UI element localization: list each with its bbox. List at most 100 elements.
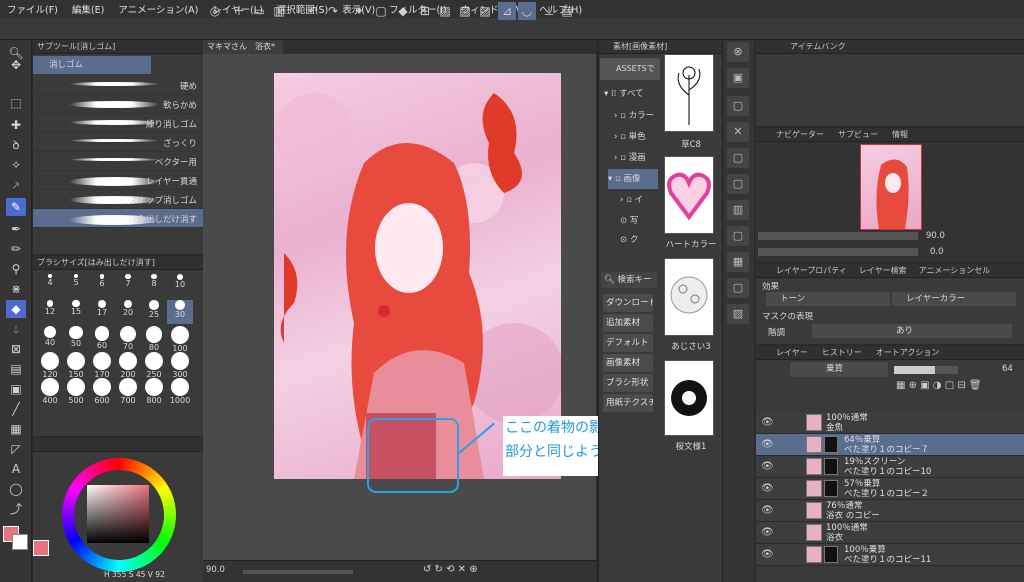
brush-size-cell[interactable]: 25: [141, 300, 167, 324]
layer-row[interactable]: 👁︎ 57％乗算 べた塗り１のコピー２: [756, 478, 1024, 500]
current-color-swatch[interactable]: [33, 540, 49, 556]
new-file-icon[interactable]: ＋: [230, 2, 248, 20]
brush-size-cell[interactable]: 300: [167, 352, 193, 379]
brush-size-cell[interactable]: 500: [63, 378, 89, 405]
brush-size-cell[interactable]: 4: [37, 274, 63, 298]
tone-button[interactable]: トーン: [766, 292, 890, 306]
clear-icon[interactable]: ✦: [350, 2, 368, 20]
tab-auto-action[interactable]: オートアクション: [876, 346, 940, 359]
navigator-preview[interactable]: [860, 144, 922, 230]
visibility-eye-icon[interactable]: 👁︎: [761, 483, 774, 494]
snap-ruler-icon[interactable]: ⊿: [498, 2, 516, 20]
sub-color-swatch[interactable]: [12, 534, 28, 550]
layer-row[interactable]: 👁︎ 100％通常 浴衣: [756, 522, 1024, 544]
tree-item-sub3[interactable]: ⊙ ク: [620, 230, 638, 250]
transform-icon[interactable]: ⊞: [416, 2, 434, 20]
subtool-item[interactable]: 硬め: [33, 76, 203, 95]
layer-row[interactable]: 👁︎ 76％通常 浴衣 のコピー: [756, 500, 1024, 522]
dock-panel-icon[interactable]: ▨: [727, 304, 749, 324]
visibility-eye-icon[interactable]: 👁︎: [761, 527, 774, 538]
rotate-icon[interactable]: ↺ ↻ ⟲ ✕ ⊕: [423, 564, 478, 575]
fill-icon[interactable]: ◆: [394, 2, 412, 20]
tree-item-manga[interactable]: › ▫ 漫画: [614, 148, 646, 168]
brush-size-cell[interactable]: 400: [37, 378, 63, 405]
brush-size-cell[interactable]: 8: [141, 274, 167, 298]
opacity-slider[interactable]: [894, 366, 958, 374]
eyedropper-icon[interactable]: ⸕: [6, 176, 26, 194]
tree-item-sub2[interactable]: ⊙ 写: [620, 211, 638, 231]
opacity-value[interactable]: 64: [1002, 364, 1013, 374]
blend-mode-select[interactable]: 乗算: [790, 362, 888, 377]
line-tool-icon[interactable]: ╱: [6, 400, 26, 418]
brush-size-cell[interactable]: 12: [37, 300, 63, 324]
material-button[interactable]: 追加素材: [603, 314, 653, 332]
saturation-value-square[interactable]: [87, 485, 149, 543]
visibility-eye-icon[interactable]: 👁︎: [761, 417, 774, 428]
brush-size-cell[interactable]: 700: [115, 378, 141, 405]
redo-icon[interactable]: ↷: [324, 2, 342, 20]
subtool-item-selected[interactable]: はみ出しだけ消す: [33, 209, 203, 228]
brush-size-cell[interactable]: 80: [141, 326, 167, 352]
brush-size-cell[interactable]: 5: [63, 274, 89, 298]
material-button[interactable]: デフォルト: [603, 334, 653, 352]
dock-panel-icon[interactable]: ▢: [727, 226, 749, 246]
tree-item-all[interactable]: ▾ ⁞⁞ すべて: [604, 84, 644, 104]
navigator-angle-value[interactable]: 0.0: [930, 247, 944, 257]
brush-size-cell[interactable]: 20: [115, 300, 141, 324]
menu-file[interactable]: ファイル(F): [0, 2, 65, 16]
fill-tool-icon[interactable]: ⊠: [6, 340, 26, 358]
navigator-angle-slider[interactable]: [758, 248, 918, 256]
subtool-item[interactable]: スナップ消しゴム: [33, 190, 203, 209]
brush-tool-icon[interactable]: ⚲: [6, 260, 26, 278]
airbrush-icon[interactable]: ⋇: [6, 280, 26, 298]
material-thumb-grass[interactable]: [664, 54, 714, 132]
brush-size-cell[interactable]: 7: [115, 274, 141, 298]
brush-size-cell[interactable]: 170: [89, 352, 115, 379]
tree-item-mono[interactable]: › ▫ 単色: [614, 127, 646, 147]
material-button[interactable]: ブラシ形状: [603, 374, 653, 392]
subtool-item[interactable]: レイヤー貫通: [33, 171, 203, 190]
eraser-active-icon[interactable]: ◆: [6, 300, 26, 318]
tree-item-color[interactable]: › ▫ カラー: [614, 106, 654, 126]
assets-button[interactable]: ASSETSで: [600, 58, 660, 80]
brush-size-cell[interactable]: 600: [89, 378, 115, 405]
close-circle-icon[interactable]: ⊗: [727, 42, 749, 62]
brush-size-cell[interactable]: 30: [167, 300, 193, 324]
brush-size-cell[interactable]: 15: [63, 300, 89, 324]
tab-layer-search[interactable]: レイヤー検索: [859, 264, 907, 277]
visibility-eye-icon[interactable]: 👁︎: [761, 549, 774, 560]
move-tool-icon[interactable]: ✥: [6, 56, 26, 74]
more-icon[interactable]: ▤: [558, 2, 576, 20]
dock-close-icon[interactable]: ✕: [727, 122, 749, 142]
tab-layer[interactable]: レイヤー: [776, 346, 808, 359]
dock-panel-icon[interactable]: ▥: [727, 200, 749, 220]
layer-row[interactable]: 👁︎ 64％乗算 べた塗り１のコピー７: [756, 434, 1024, 456]
frame-tool-icon[interactable]: ▦: [6, 420, 26, 438]
brush-size-cell[interactable]: 800: [141, 378, 167, 405]
brush-size-cell[interactable]: 150: [63, 352, 89, 379]
dock-panel-icon[interactable]: ▢: [727, 278, 749, 298]
brush-size-cell[interactable]: 120: [37, 352, 63, 379]
figure-tool-icon[interactable]: ▣: [6, 380, 26, 398]
brush-size-cell[interactable]: 250: [141, 352, 167, 379]
visibility-eye-icon[interactable]: 👁︎: [761, 439, 774, 450]
material-button[interactable]: 用紙テクスチャ: [603, 394, 653, 412]
subtool-group[interactable]: 消しゴム: [33, 56, 151, 74]
brush-size-cell[interactable]: 60: [89, 326, 115, 350]
snap-special-ruler-icon[interactable]: ◡: [518, 2, 536, 20]
brush-size-cell[interactable]: 70: [115, 326, 141, 351]
navigator-zoom-value[interactable]: 90.0: [926, 231, 945, 241]
tab-info[interactable]: 情報: [892, 128, 908, 141]
menu-edit[interactable]: 編集(E): [65, 2, 111, 16]
pan-tool-icon[interactable]: ✚: [6, 116, 26, 134]
open-folder-icon[interactable]: ▭: [250, 2, 268, 20]
material-thumb-heart[interactable]: [664, 156, 714, 234]
invert-selection-icon[interactable]: ▨: [456, 2, 474, 20]
dock-panel-icon[interactable]: ▦: [727, 252, 749, 272]
layer-color-button[interactable]: レイヤーカラー: [892, 292, 1016, 306]
snap-grid-icon[interactable]: ⊥: [540, 2, 558, 20]
brush-size-cell[interactable]: 40: [37, 326, 63, 350]
material-button[interactable]: 画像素材: [603, 354, 653, 372]
gradient-tool-icon[interactable]: ▤: [6, 360, 26, 378]
magic-wand-icon[interactable]: ✧: [6, 156, 26, 174]
